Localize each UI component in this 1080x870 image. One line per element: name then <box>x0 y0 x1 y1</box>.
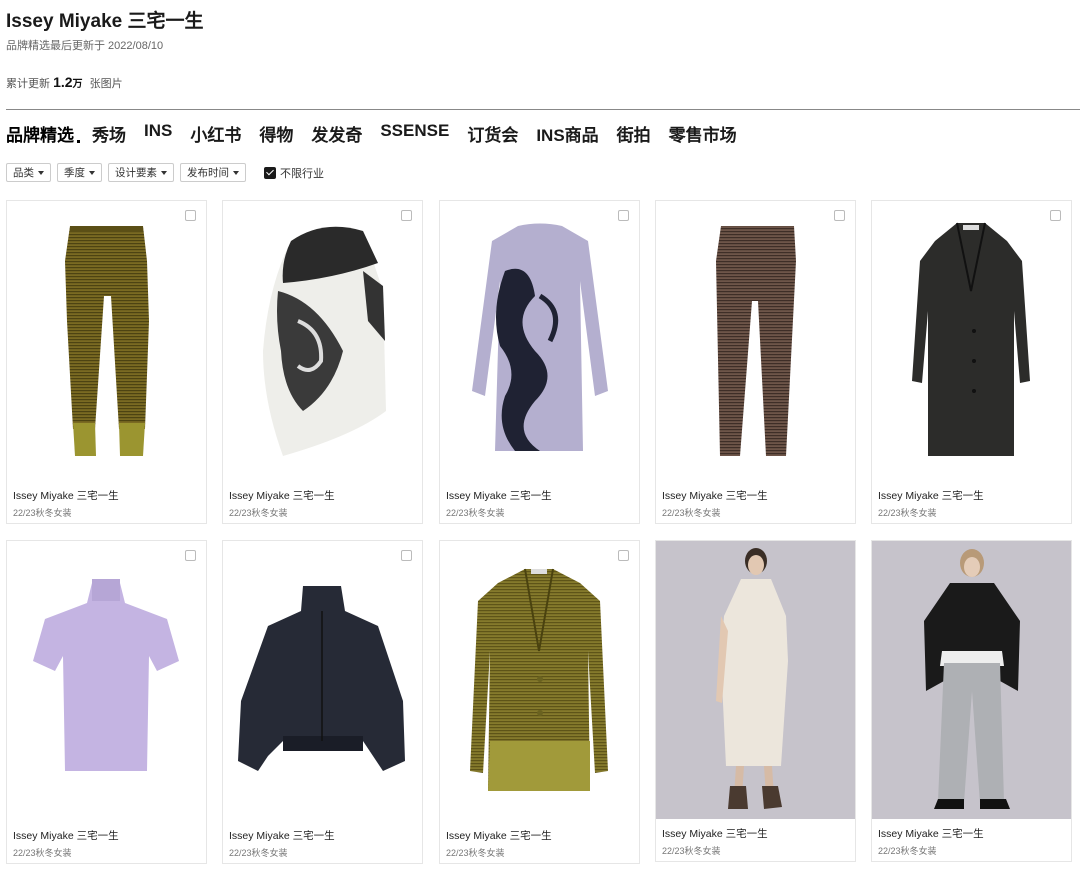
checkbox-checked-icon[interactable] <box>264 166 276 179</box>
product-image[interactable] <box>7 201 206 479</box>
lavender-dress-illustration <box>472 223 608 451</box>
select-checkbox[interactable] <box>618 210 629 221</box>
product-image[interactable] <box>656 541 855 819</box>
tab-street-snap[interactable]: 街拍 <box>617 121 651 146</box>
caret-down-icon <box>161 170 167 175</box>
product-image[interactable] <box>7 541 206 819</box>
product-brand: Issey Miyake 三宅一生 <box>229 490 335 502</box>
product-season: 22/23秋冬女装 <box>446 848 505 858</box>
product-brand: Issey Miyake 三宅一生 <box>13 490 119 502</box>
caret-down-icon <box>38 170 44 175</box>
select-checkbox[interactable] <box>834 210 845 221</box>
product-brand: Issey Miyake 三宅一生 <box>662 828 768 840</box>
tab-ins-products[interactable]: INS商品 <box>536 121 598 146</box>
tab-brand-picks[interactable]: 品牌精选 <box>6 121 80 146</box>
tab-retail-market[interactable]: 零售市场 <box>669 121 737 146</box>
publish-time-filter-dropdown[interactable]: 发布时间 <box>180 163 246 182</box>
product-season: 22/23秋冬女装 <box>229 848 288 858</box>
tab-order-fair[interactable]: 订货会 <box>467 121 518 146</box>
product-card[interactable]: Issey Miyake 三宅一生 22/23秋冬女装 <box>222 200 423 524</box>
source-tabs: 品牌精选 秀场 INS 小红书 得物 发发奇 SSENSE 订货会 INS商品 … <box>6 121 737 146</box>
total-unit: 万 <box>72 79 83 90</box>
design-element-filter-dropdown[interactable]: 设计要素 <box>108 163 174 182</box>
caret-down-icon <box>233 170 239 175</box>
lilac-top-illustration <box>33 579 179 771</box>
product-season: 22/23秋冬女装 <box>662 508 721 518</box>
tab-runway[interactable]: 秀场 <box>92 121 126 146</box>
select-checkbox[interactable] <box>618 550 629 561</box>
season-filter-label: 季度 <box>64 167 85 179</box>
product-brand: Issey Miyake 三宅一生 <box>878 490 984 502</box>
brown-pants-illustration <box>716 226 796 456</box>
product-image[interactable] <box>872 201 1071 479</box>
product-card[interactable]: Issey Miyake 三宅一生 22/23秋冬女装 <box>655 200 856 524</box>
product-image[interactable] <box>656 201 855 479</box>
product-card[interactable]: Issey Miyake 三宅一生 22/23秋冬女装 <box>871 540 1072 862</box>
page-title: Issey Miyake 三宅一生 <box>6 11 204 32</box>
tab-xiaohongshu[interactable]: 小红书 <box>190 121 241 146</box>
product-image[interactable] <box>440 541 639 819</box>
tab-ins[interactable]: INS <box>144 121 172 146</box>
product-brand: Issey Miyake 三宅一生 <box>878 828 984 840</box>
product-season: 22/23秋冬女装 <box>13 848 72 858</box>
product-season: 22/23秋冬女装 <box>878 846 937 856</box>
product-brand: Issey Miyake 三宅一生 <box>446 830 552 842</box>
product-brand: Issey Miyake 三宅一生 <box>229 830 335 842</box>
tab-farfetch[interactable]: 发发奇 <box>311 121 362 146</box>
caret-down-icon <box>89 170 95 175</box>
product-season: 22/23秋冬女装 <box>878 508 937 518</box>
time-filter-label: 发布时间 <box>187 167 229 179</box>
product-season: 22/23秋冬女装 <box>13 508 72 518</box>
header-divider <box>6 109 1080 110</box>
category-filter-label: 品类 <box>13 167 34 179</box>
print-skirt-illustration <box>263 226 386 456</box>
product-card[interactable]: Issey Miyake 三宅一生 22/23秋冬女装 <box>439 200 640 524</box>
filter-bar: 品类 季度 设计要素 发布时间 不限行业 <box>6 163 324 182</box>
product-image[interactable] <box>223 541 422 819</box>
total-images-count: 累计更新 1.2万 张图片 <box>6 74 123 91</box>
product-card[interactable]: Issey Miyake 三宅一生 22/23秋冬女装 <box>871 200 1072 524</box>
product-card[interactable]: Issey Miyake 三宅一生 22/23秋冬女装 <box>655 540 856 862</box>
product-card[interactable]: Issey Miyake 三宅一生 22/23秋冬女装 <box>222 540 423 864</box>
total-number: 1.2 <box>53 74 73 90</box>
product-card[interactable]: Issey Miyake 三宅一生 22/23秋冬女装 <box>6 540 207 864</box>
tab-dewu[interactable]: 得物 <box>259 121 293 146</box>
product-image[interactable] <box>440 201 639 479</box>
select-checkbox[interactable] <box>185 210 196 221</box>
product-brand: Issey Miyake 三宅一生 <box>662 490 768 502</box>
unrestricted-industry-checkbox[interactable]: 不限行业 <box>264 165 324 181</box>
olive-blazer-illustration <box>470 568 608 791</box>
product-image[interactable] <box>872 541 1071 819</box>
model-cream-illustration <box>656 541 855 819</box>
black-coat-illustration <box>912 222 1030 456</box>
select-checkbox[interactable] <box>401 210 412 221</box>
product-image[interactable] <box>223 201 422 479</box>
product-season: 22/23秋冬女装 <box>229 508 288 518</box>
total-prefix: 累计更新 <box>6 78 50 90</box>
product-brand: Issey Miyake 三宅一生 <box>446 490 552 502</box>
design-filter-label: 设计要素 <box>115 167 157 179</box>
product-card[interactable]: Issey Miyake 三宅一生 22/23秋冬女装 <box>6 200 207 524</box>
season-filter-dropdown[interactable]: 季度 <box>57 163 102 182</box>
model-black-illustration <box>872 541 1071 819</box>
product-brand: Issey Miyake 三宅一生 <box>13 830 119 842</box>
total-suffix: 张图片 <box>89 78 123 90</box>
select-checkbox[interactable] <box>185 550 196 561</box>
category-filter-dropdown[interactable]: 品类 <box>6 163 51 182</box>
select-checkbox[interactable] <box>401 550 412 561</box>
product-season: 22/23秋冬女装 <box>446 508 505 518</box>
last-updated-text: 品牌精选最后更新于 2022/08/10 <box>6 40 164 52</box>
product-card[interactable]: Issey Miyake 三宅一生 22/23秋冬女装 <box>439 540 640 864</box>
navy-jacket-illustration <box>238 586 405 771</box>
tab-ssense[interactable]: SSENSE <box>380 121 449 146</box>
product-season: 22/23秋冬女装 <box>662 846 721 856</box>
unrestricted-industry-label: 不限行业 <box>280 167 324 180</box>
select-checkbox[interactable] <box>1050 210 1061 221</box>
olive-pants-illustration <box>65 226 149 456</box>
